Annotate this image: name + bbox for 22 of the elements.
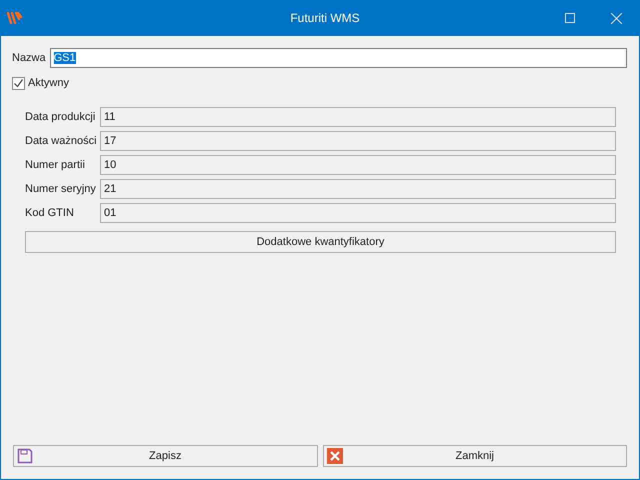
field-label: Kod GTIN bbox=[25, 207, 75, 219]
readonly-field[interactable]: 21 bbox=[100, 179, 616, 199]
checkbox-label: Aktywny bbox=[28, 77, 69, 89]
readonly-field[interactable]: 17 bbox=[100, 131, 616, 151]
close-icon bbox=[610, 12, 622, 24]
field-label: Numer seryjny bbox=[25, 183, 96, 195]
close-icon bbox=[326, 448, 342, 464]
readonly-field[interactable]: 01 bbox=[100, 203, 616, 223]
field-label: Nazwa bbox=[12, 52, 46, 64]
field-label: Numer partii bbox=[25, 159, 86, 171]
checkbox[interactable] bbox=[12, 76, 25, 90]
logo-icon bbox=[7, 10, 23, 26]
close-button[interactable]: Zamknij bbox=[322, 445, 627, 467]
window-title: Futuriti WMS bbox=[289, 11, 361, 25]
qualifiers-button[interactable]: Dodatkowe kwantyfikatory bbox=[25, 231, 616, 253]
name-field[interactable]: GS1 bbox=[50, 48, 627, 68]
save-button[interactable]: Zapisz bbox=[13, 445, 318, 467]
field-label: Data produkcji bbox=[25, 111, 96, 123]
field-label: Data ważności bbox=[25, 135, 96, 147]
maximize-icon bbox=[565, 13, 575, 23]
readonly-field[interactable]: 11 bbox=[100, 107, 616, 127]
readonly-field[interactable]: 10 bbox=[100, 155, 616, 175]
